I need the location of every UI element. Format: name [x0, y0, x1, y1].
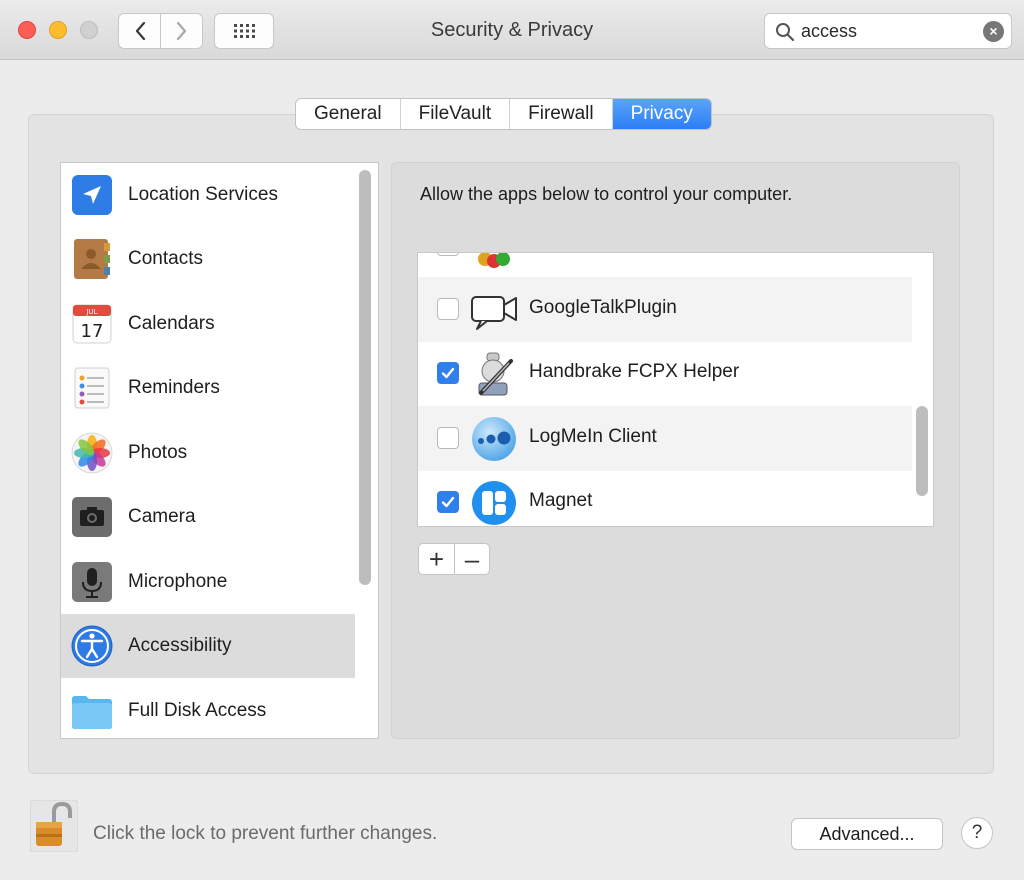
- handbrake-icon: [478, 352, 513, 396]
- sidebar-item-accessibility[interactable]: Accessibility: [61, 614, 355, 678]
- app-checkbox[interactable]: [437, 298, 459, 320]
- search-field[interactable]: access ×: [764, 13, 1012, 49]
- search-icon: [776, 23, 795, 42]
- remove-app-button[interactable]: –: [454, 544, 489, 574]
- app-checkbox[interactable]: [437, 253, 459, 256]
- app-checkbox[interactable]: [437, 491, 459, 513]
- reminders-icon: [74, 367, 110, 409]
- list-item: LogMeIn Client: [418, 406, 912, 471]
- logmein-icon: [472, 417, 516, 461]
- sidebar-scrollbar[interactable]: [359, 170, 371, 585]
- contacts-icon: [74, 239, 110, 279]
- add-app-button[interactable]: +: [419, 544, 454, 574]
- unlocked-padlock-icon[interactable]: [30, 800, 78, 852]
- app-name: Magnet: [529, 490, 593, 511]
- app-name: LogMeIn Client: [529, 426, 657, 447]
- sidebar-item-label: Microphone: [128, 571, 228, 592]
- camera-icon: [72, 497, 112, 537]
- app-checkbox[interactable]: [437, 362, 459, 384]
- checkmark-icon: [441, 367, 455, 379]
- pane-description: Allow the apps below to control your com…: [420, 184, 793, 204]
- tab-firewall[interactable]: Firewall: [510, 99, 613, 129]
- sidebar-item-full-disk-access[interactable]: Full Disk Access: [61, 679, 355, 738]
- sidebar-item-microphone[interactable]: Microphone: [61, 550, 355, 614]
- sidebar-item-label: Location Services: [128, 184, 278, 205]
- list-item: Magnet: [418, 470, 912, 526]
- sidebar-item-label: Full Disk Access: [128, 700, 267, 721]
- sidebar-item-contacts[interactable]: Contacts: [61, 227, 355, 291]
- tab-privacy[interactable]: Privacy: [612, 99, 711, 129]
- security-privacy-window: Security & Privacy access × General File…: [0, 0, 1024, 880]
- tab-general[interactable]: General: [296, 99, 401, 129]
- app-checkbox[interactable]: [437, 427, 459, 449]
- app-name: GoogleTalkPlugin: [529, 297, 677, 318]
- video-camera-icon: [471, 296, 517, 330]
- lock-status-text: Click the lock to prevent further change…: [93, 823, 438, 844]
- advanced-button[interactable]: Advanced...: [791, 818, 943, 850]
- sidebar-item-label: Accessibility: [128, 635, 232, 656]
- app-list: GoogleTalkPlugin Handbrake FCPX Helper L…: [417, 252, 934, 527]
- privacy-category-list: Location Services Contacts JUL 17 Calend…: [60, 162, 379, 739]
- location-icon: [72, 175, 112, 215]
- sidebar-item-label: Photos: [128, 442, 188, 463]
- tab-filevault[interactable]: FileVault: [401, 99, 511, 129]
- accessibility-icon: [71, 625, 113, 667]
- sidebar-item-label: Calendars: [128, 313, 215, 334]
- sidebar-item-label: Contacts: [128, 248, 203, 269]
- sidebar-item-label: Reminders: [128, 377, 220, 398]
- search-input[interactable]: access: [801, 21, 857, 42]
- calendar-icon-month: JUL: [85, 308, 97, 316]
- tab-bar: General FileVault Firewall Privacy: [295, 98, 712, 130]
- sidebar-item-location-services[interactable]: Location Services: [61, 163, 355, 227]
- app-list-scrollbar[interactable]: [916, 406, 928, 496]
- app-icon: [478, 253, 510, 268]
- list-item: GoogleTalkPlugin: [418, 277, 912, 342]
- calendar-icon: JUL 17: [72, 304, 112, 344]
- sidebar-item-camera[interactable]: Camera: [61, 485, 355, 549]
- help-button[interactable]: ?: [961, 817, 993, 849]
- sidebar-item-reminders[interactable]: Reminders: [61, 356, 355, 420]
- app-name: Handbrake FCPX Helper: [529, 361, 740, 382]
- calendar-icon-day: 17: [81, 321, 104, 342]
- list-item: [418, 253, 912, 278]
- magnet-icon: [472, 481, 516, 525]
- sidebar-item-photos[interactable]: Photos: [61, 421, 355, 485]
- sidebar-item-calendars[interactable]: JUL 17 Calendars: [61, 292, 355, 356]
- titlebar: Security & Privacy access ×: [0, 0, 1024, 60]
- clear-search-icon[interactable]: ×: [983, 21, 1004, 42]
- folder-icon: [72, 696, 112, 729]
- photos-icon: [71, 432, 113, 474]
- checkmark-icon: [441, 496, 455, 508]
- sidebar-item-label: Camera: [128, 506, 196, 527]
- add-remove-control: + –: [418, 543, 490, 575]
- list-item: Handbrake FCPX Helper: [418, 341, 912, 406]
- microphone-icon: [72, 562, 112, 602]
